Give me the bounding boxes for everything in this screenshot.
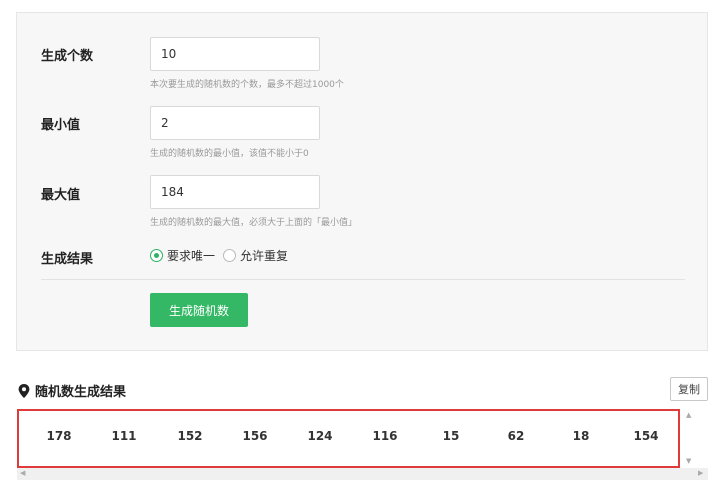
result-number: 18 <box>572 429 590 443</box>
form-divider <box>41 279 685 280</box>
count-hint: 本次要生成的随机数的个数，最多不超过1000个 <box>150 80 344 90</box>
result-number: 116 <box>372 429 398 443</box>
horizontal-scrollbar[interactable]: ◀ ▶ <box>17 468 708 480</box>
generator-form: 生成个数 本次要生成的随机数的个数，最多不超过1000个 最小值 生成的随机数的… <box>16 12 708 351</box>
max-hint: 生成的随机数的最大值，必须大于上面的「最小值」 <box>150 218 358 228</box>
scroll-up-icon[interactable]: ▲ <box>686 411 691 419</box>
result-numbers: 178 111 152 156 124 116 15 62 18 154 <box>19 411 678 466</box>
copy-button[interactable]: 复制 <box>670 377 708 401</box>
result-number: 111 <box>111 429 137 443</box>
radio-allow-repeat[interactable]: 允许重复 <box>223 247 288 264</box>
mode-radio-group: 要求唯一 允许重复 <box>150 247 296 264</box>
result-title: 随机数生成结果 <box>35 385 127 400</box>
radio-unique[interactable]: 要求唯一 <box>150 247 215 264</box>
result-number: 152 <box>177 429 203 443</box>
map-pin-icon <box>18 383 30 398</box>
scroll-down-icon[interactable]: ▼ <box>686 457 691 465</box>
mode-label: 生成结果 <box>41 252 94 267</box>
count-input[interactable] <box>150 37 320 71</box>
scroll-left-icon[interactable]: ◀ <box>20 469 25 477</box>
radio-unchecked-icon[interactable] <box>223 249 237 262</box>
radio-checked-icon[interactable] <box>150 249 163 262</box>
result-number: 15 <box>442 429 460 443</box>
result-number: 154 <box>633 429 659 443</box>
scroll-right-icon[interactable]: ▶ <box>698 469 703 477</box>
min-hint: 生成的随机数的最小值，该值不能小于0 <box>150 149 309 159</box>
max-label: 最大值 <box>41 188 81 203</box>
max-input[interactable] <box>150 175 320 209</box>
min-label: 最小值 <box>41 118 81 133</box>
generate-button[interactable]: 生成随机数 <box>150 293 248 327</box>
result-number: 156 <box>242 429 268 443</box>
radio-allow-repeat-label: 允许重复 <box>240 249 289 263</box>
result-heading: 随机数生成结果 <box>18 381 126 400</box>
min-input[interactable] <box>150 106 320 140</box>
result-number: 124 <box>307 429 333 443</box>
vertical-scrollbar[interactable]: ▲ ▼ <box>681 409 708 468</box>
result-output[interactable]: 178 111 152 156 124 116 15 62 18 154 <box>17 409 680 468</box>
result-number: 62 <box>507 429 525 443</box>
count-label: 生成个数 <box>41 49 94 64</box>
result-number: 178 <box>46 429 72 443</box>
radio-unique-label: 要求唯一 <box>167 249 216 263</box>
